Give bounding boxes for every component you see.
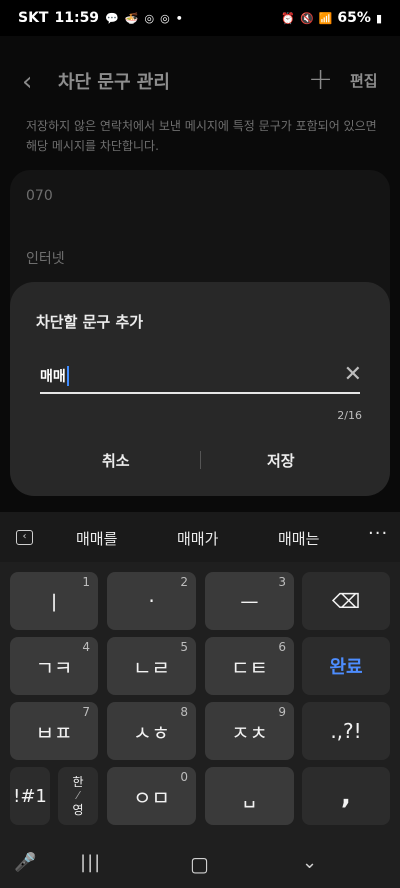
done-key[interactable]: 완료 (302, 637, 390, 695)
key-b-p[interactable]: ㅂㅍ 7 (10, 702, 98, 760)
punctuation-key[interactable]: .,?! (302, 702, 390, 760)
edit-button[interactable]: 편집 (350, 70, 378, 91)
suggestion-item[interactable]: 매매를 (76, 528, 117, 549)
instagram-icon: ◎ (144, 11, 155, 25)
navigation-bar: 🎤 ||| ▢ ⌄ (0, 840, 400, 888)
dialog-title: 차단할 문구 추가 (36, 313, 144, 331)
phrase-input-text[interactable]: 매매 (40, 366, 66, 390)
dot-icon: • (175, 11, 183, 25)
phrase-input[interactable]: 매매 ✕ (40, 364, 362, 394)
language-key[interactable]: 한 ⁄ 영 (58, 767, 98, 825)
comma-key[interactable]: , (302, 767, 390, 825)
status-bar: SKT 11:59 💬 🍜 ◎ ◎ • ⏰ 🔇 📶 65% ▮ (0, 0, 400, 36)
suggestion-item[interactable]: 매매가 (177, 528, 218, 549)
key-dot[interactable]: · 2 (107, 572, 196, 630)
more-icon[interactable]: ··· (368, 523, 388, 544)
save-button[interactable]: 저장 (267, 450, 295, 471)
backspace-icon: ⌫ (331, 589, 361, 613)
description: 저장하지 않은 연락처에서 보낸 메시지에 특정 문구가 포함되어 있으면 해당… (26, 119, 377, 153)
mic-icon[interactable]: 🎤 (14, 852, 36, 873)
suggestion-bar: ‹ 매매를 매매가 매매는 ··· (0, 512, 400, 562)
backspace-key[interactable]: ⌫ (302, 572, 390, 630)
key-eu[interactable]: ㅡ 3 (205, 572, 294, 630)
text-cursor (66, 366, 69, 386)
key-o-m[interactable]: ㅇㅁ 0 (107, 767, 196, 825)
page-title: 차단 문구 관리 (58, 72, 170, 93)
key-d-t[interactable]: ㄷㅌ 6 (205, 637, 294, 695)
symbols-key[interactable]: !#1 (10, 767, 50, 825)
key-g-k[interactable]: ㄱㅋ 4 (10, 637, 98, 695)
lang-slash-icon: ⁄ (77, 789, 79, 802)
back-icon[interactable]: ‹ (22, 67, 32, 97)
button-divider (200, 451, 201, 469)
key-s-h[interactable]: ㅅㅎ 8 (107, 702, 196, 760)
time: 11:59 (54, 10, 100, 26)
space-icon: ␣ (243, 784, 256, 808)
cancel-button[interactable]: 취소 (102, 450, 130, 471)
home-icon[interactable]: ▢ (190, 852, 209, 876)
bowl-icon: 🍜 (124, 11, 139, 25)
alarm-icon: ⏰ (281, 11, 296, 25)
clear-icon[interactable]: ✕ (344, 364, 362, 386)
key-n-r[interactable]: ㄴㄹ 5 (107, 637, 196, 695)
list-item[interactable]: 070 (26, 188, 53, 204)
chevron-down-icon[interactable]: ⌄ (302, 852, 317, 873)
app-header: ‹ 차단 문구 관리 + 편집 (0, 62, 400, 100)
keyboard: ‹ 매매를 매매가 매매는 ··· ㅣ 1 · 2 ㅡ 3 ⌫ ㄱㅋ 4 ㄴㄹ … (0, 512, 400, 888)
carrier: SKT (18, 10, 49, 26)
wifi-icon: 📶 (318, 11, 333, 25)
battery-text: 65% (337, 10, 371, 26)
collapse-arrow-icon[interactable]: ‹ (16, 530, 33, 545)
instagram-icon: ◎ (160, 11, 170, 25)
recent-apps-icon[interactable]: ||| (80, 852, 101, 873)
mute-icon: 🔇 (300, 11, 314, 25)
battery-icon: ▮ (375, 11, 382, 25)
chat-icon: 💬 (105, 11, 119, 25)
add-icon[interactable]: + (308, 62, 333, 97)
char-counter: 2/16 (337, 409, 362, 422)
space-key[interactable]: ␣ (205, 767, 294, 825)
suggestion-item[interactable]: 매매는 (278, 528, 319, 549)
key-j-ch[interactable]: ㅈㅊ 9 (205, 702, 294, 760)
key-i[interactable]: ㅣ 1 (10, 572, 98, 630)
add-phrase-dialog: 차단할 문구 추가 매매 ✕ 2/16 취소 저장 (10, 282, 390, 496)
list-item[interactable]: 인터넷 (26, 248, 65, 268)
